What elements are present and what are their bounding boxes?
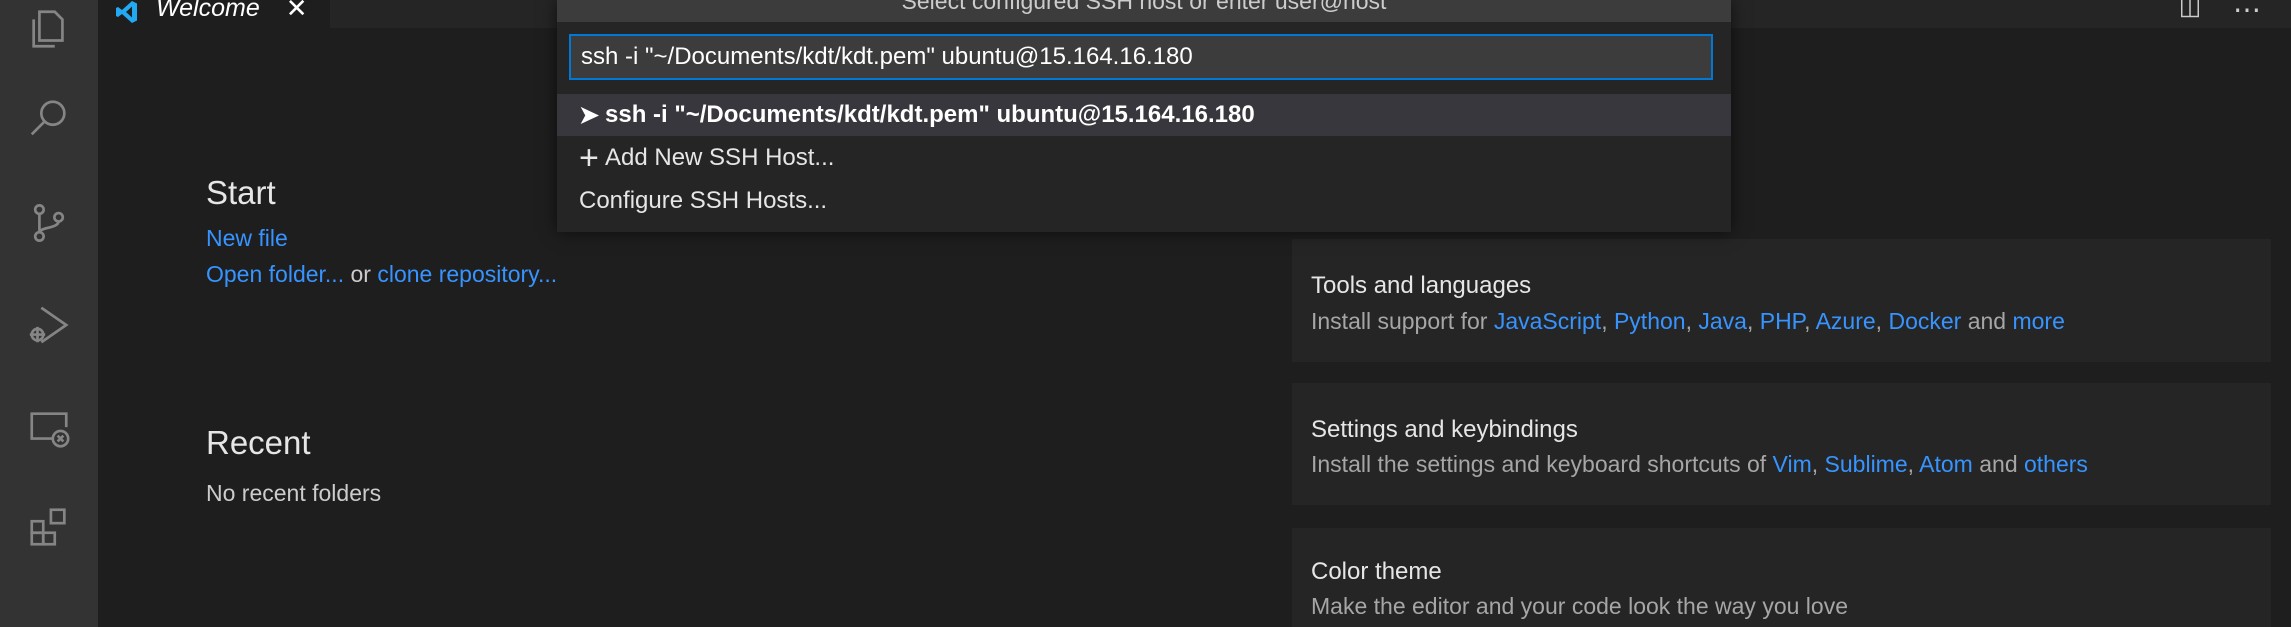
azure-link[interactable]: Azure xyxy=(1816,308,1876,334)
card-title: Tools and languages xyxy=(1311,272,1532,299)
others-link[interactable]: others xyxy=(2024,451,2088,477)
quick-pick-title: Select configured SSH host or enter user… xyxy=(901,0,1387,14)
start-heading: Start xyxy=(206,174,276,211)
card-description: Install the settings and keyboard shortc… xyxy=(1311,451,2088,477)
quick-pick-item-configure-hosts[interactable]: Configure SSH Hosts... xyxy=(557,180,1753,222)
no-recent-text: No recent folders xyxy=(206,480,382,506)
quick-pick-item-add-host[interactable]: + Add New SSH Host... xyxy=(557,137,1731,179)
javascript-link[interactable]: JavaScript xyxy=(1494,308,1601,334)
plus-icon: + xyxy=(579,138,599,177)
php-link[interactable]: PHP xyxy=(1760,308,1804,334)
close-icon[interactable]: ✕ xyxy=(286,0,308,24)
card-title: Settings and keybindings xyxy=(1311,416,1578,443)
docker-link[interactable]: Docker xyxy=(1888,308,1961,334)
activity-bar xyxy=(0,0,98,627)
split-editor-icon[interactable] xyxy=(2177,0,2203,23)
open-folder-line: Open folder... or clone repository... xyxy=(206,261,557,288)
color-theme-card[interactable]: Color theme Make the editor and your cod… xyxy=(1292,528,2271,627)
more-link[interactable]: more xyxy=(2012,308,2064,334)
source-control-icon[interactable] xyxy=(24,198,74,248)
card-title: Color theme xyxy=(1311,558,1442,585)
vim-link[interactable]: Vim xyxy=(1773,451,1812,477)
run-debug-icon[interactable] xyxy=(24,300,74,350)
tab-title: Welcome xyxy=(156,0,260,22)
open-folder-link[interactable]: Open folder... xyxy=(206,261,344,287)
python-link[interactable]: Python xyxy=(1614,308,1686,334)
card-description: Make the editor and your code look the w… xyxy=(1311,593,1848,619)
more-actions-icon[interactable]: ⋯ xyxy=(2233,0,2261,24)
quick-pick-header: Select configured SSH host or enter user… xyxy=(557,0,1731,22)
search-icon[interactable] xyxy=(24,94,74,144)
java-link[interactable]: Java xyxy=(1698,308,1747,334)
item-label: Add New SSH Host... xyxy=(605,144,835,171)
item-label: ssh -i "~/Documents/kdt/kdt.pem" ubuntu@… xyxy=(605,101,1255,128)
card-prefix: Install the settings and keyboard shortc… xyxy=(1311,451,1767,477)
and-text: and xyxy=(1967,308,2007,334)
ssh-host-input[interactable] xyxy=(569,34,1713,80)
quick-pick-item-ssh-command[interactable]: ➤ ssh -i "~/Documents/kdt/kdt.pem" ubunt… xyxy=(557,94,1731,136)
card-prefix: Install support for xyxy=(1311,308,1488,334)
new-file-link[interactable]: New file xyxy=(206,225,288,252)
settings-keybindings-card[interactable]: Settings and keybindings Install the set… xyxy=(1292,383,2271,505)
arrow-icon: ➤ xyxy=(579,101,600,129)
explorer-icon[interactable] xyxy=(24,4,74,54)
or-text: or xyxy=(350,261,371,287)
ssh-quick-pick: Select configured SSH host or enter user… xyxy=(557,0,1731,232)
and-text: and xyxy=(1979,451,2018,477)
remote-explorer-icon[interactable] xyxy=(24,404,74,454)
item-label: Configure SSH Hosts... xyxy=(579,187,828,214)
tab-welcome[interactable]: Welcome ✕ xyxy=(98,0,330,28)
sublime-link[interactable]: Sublime xyxy=(1825,451,1908,477)
tools-languages-card[interactable]: Tools and languages Install support for … xyxy=(1292,239,2271,362)
editor-actions: ⋯ xyxy=(2177,0,2261,24)
extensions-icon[interactable] xyxy=(24,502,74,552)
card-description: Install support for JavaScript, Python, … xyxy=(1311,308,2065,334)
atom-link[interactable]: Atom xyxy=(1919,451,1973,477)
vscode-logo-icon xyxy=(112,0,142,28)
recent-heading: Recent xyxy=(206,424,311,461)
clone-repository-link[interactable]: clone repository... xyxy=(377,261,557,287)
